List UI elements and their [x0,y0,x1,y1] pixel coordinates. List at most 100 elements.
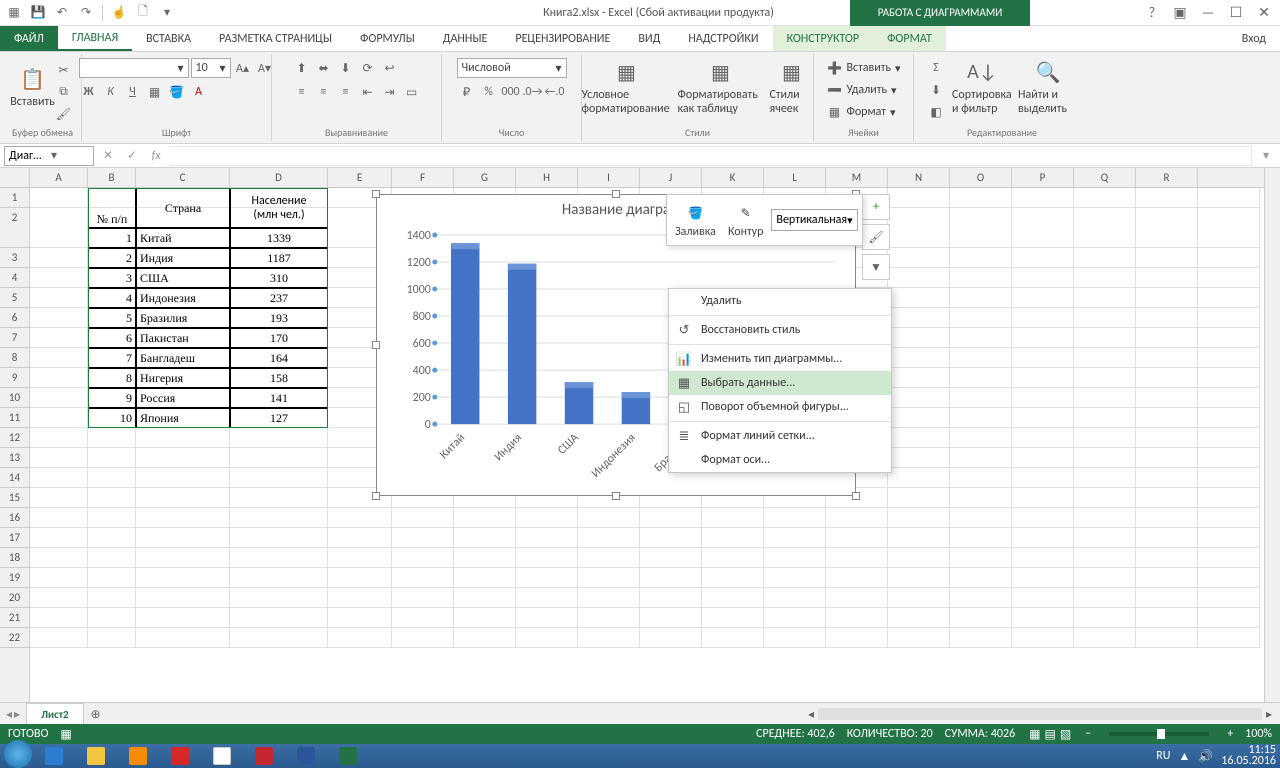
format-painter-icon[interactable]: 🖌 [54,104,74,124]
cell[interactable] [1012,408,1074,428]
cell[interactable] [88,508,136,528]
cell[interactable] [1012,588,1074,608]
cell[interactable] [888,268,950,288]
maximize-icon[interactable]: ☐ [1224,4,1248,22]
minimize-icon[interactable]: — [1196,4,1220,22]
table-cell-num[interactable]: 4 [88,288,136,308]
ctx-change-chart-type[interactable]: 📊Изменить тип диаграммы... [669,347,891,371]
save-icon[interactable]: 💾 [28,3,48,23]
accounting-icon[interactable]: ₽ [457,82,477,102]
cell[interactable] [516,588,578,608]
cell[interactable] [454,528,516,548]
cell[interactable] [578,528,640,548]
cell[interactable] [888,548,950,568]
mini-axis-combo[interactable]: Вертикальная ▾ [771,209,857,231]
cell[interactable] [328,548,392,568]
cell[interactable] [1198,608,1260,628]
wrap-text-icon[interactable]: ↩ [380,58,400,78]
cell[interactable] [950,268,1012,288]
cell[interactable] [88,588,136,608]
cell[interactable] [950,528,1012,548]
font-size-combo[interactable]: 10▾ [191,58,231,78]
cell[interactable] [702,628,764,648]
cell[interactable] [702,568,764,588]
cell[interactable] [950,348,1012,368]
cell[interactable] [328,568,392,588]
comma-icon[interactable]: 000 [501,82,521,102]
table-cell-country[interactable]: США [136,268,230,288]
cells-insert-button[interactable]: ➕Вставить ▾ [822,58,904,78]
table-cell-country[interactable]: Индия [136,248,230,268]
zoom-level[interactable]: 100% [1245,727,1272,741]
cell[interactable] [764,548,826,568]
cell[interactable] [1074,408,1136,428]
cell[interactable] [640,548,702,568]
cell[interactable] [1136,428,1198,448]
cell[interactable] [888,588,950,608]
cell[interactable] [1198,208,1260,248]
cell[interactable] [230,608,328,628]
cell[interactable] [88,468,136,488]
cell[interactable] [950,508,1012,528]
mini-outline-button[interactable]: ✎Контур [724,199,767,241]
col-header[interactable]: P [1012,168,1074,187]
cell[interactable] [136,508,230,528]
cell[interactable] [230,488,328,508]
cell[interactable] [764,508,826,528]
cell[interactable] [1198,408,1260,428]
cell[interactable] [328,508,392,528]
col-header[interactable]: B [88,168,136,187]
taskbar-word[interactable] [286,745,326,767]
cell[interactable] [136,428,230,448]
row-header[interactable]: 20 [0,588,29,608]
cell[interactable] [30,408,88,428]
table-cell-pop[interactable]: 158 [230,368,328,388]
cell[interactable] [950,308,1012,328]
tray-clock[interactable]: 11:1516.05.2016 [1221,745,1276,767]
cell[interactable] [1198,248,1260,268]
cell[interactable] [1136,568,1198,588]
cell[interactable] [1198,588,1260,608]
number-format-combo[interactable]: Числовой▾ [457,58,567,78]
cell[interactable] [136,468,230,488]
table-cell-num[interactable]: 5 [88,308,136,328]
taskbar-explorer[interactable] [76,745,116,767]
cell[interactable] [1136,528,1198,548]
cell[interactable] [1012,288,1074,308]
zoom-out-icon[interactable]: − [1085,727,1091,741]
cell[interactable] [30,468,88,488]
cell[interactable] [1012,348,1074,368]
cell[interactable] [30,368,88,388]
cell[interactable] [1198,348,1260,368]
row-header[interactable]: 3 [0,248,29,268]
cell[interactable] [826,568,888,588]
cell[interactable] [950,628,1012,648]
cell[interactable] [1136,448,1198,468]
col-header[interactable]: D [230,168,328,187]
cell[interactable] [1012,608,1074,628]
cell[interactable] [88,548,136,568]
col-header[interactable]: H [516,168,578,187]
cell[interactable] [88,528,136,548]
cell[interactable] [30,608,88,628]
cell[interactable] [88,488,136,508]
cell[interactable] [1012,388,1074,408]
cell[interactable] [950,608,1012,628]
cell[interactable] [230,468,328,488]
cell[interactable] [88,628,136,648]
col-header[interactable]: F [392,168,454,187]
cell[interactable] [516,568,578,588]
cell[interactable] [1136,188,1198,208]
cell[interactable] [826,628,888,648]
cell[interactable] [136,608,230,628]
cell[interactable] [1074,388,1136,408]
cell[interactable] [1136,548,1198,568]
cell[interactable] [1074,308,1136,328]
row-header[interactable]: 9 [0,368,29,388]
cell[interactable] [30,248,88,268]
cell[interactable] [1136,368,1198,388]
tray-sound-icon[interactable]: 🔊 [1198,749,1213,764]
cell[interactable] [30,568,88,588]
cell[interactable] [950,388,1012,408]
sheet-nav-arrows[interactable]: ◂▸ [0,707,26,722]
